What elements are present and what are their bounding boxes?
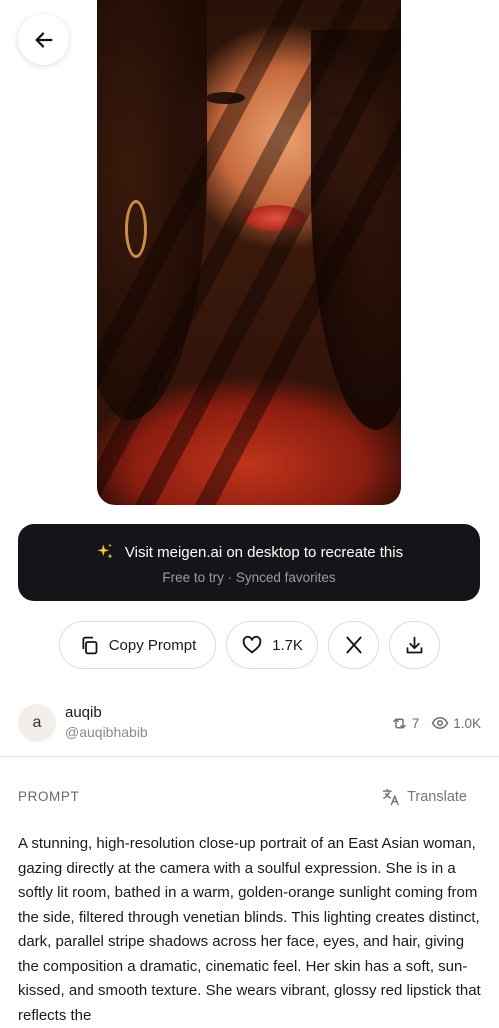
promo-title-row: Visit meigen.ai on desktop to recreate t… bbox=[18, 542, 480, 562]
avatar[interactable]: a bbox=[18, 704, 56, 742]
desktop-promo-banner[interactable]: Visit meigen.ai on desktop to recreate t… bbox=[18, 524, 480, 601]
prompt-text[interactable]: A stunning, high-resolution close-up por… bbox=[18, 832, 484, 1028]
like-count: 1.7K bbox=[272, 636, 303, 654]
download-button[interactable] bbox=[389, 621, 440, 669]
repost-count: 7 bbox=[411, 715, 420, 731]
promo-title: Visit meigen.ai on desktop to recreate t… bbox=[124, 543, 404, 561]
translate-icon bbox=[382, 788, 399, 806]
action-bar: Copy Prompt 1.7K bbox=[59, 621, 440, 671]
heart-icon bbox=[242, 635, 262, 654]
translate-button[interactable]: Translate bbox=[381, 787, 467, 807]
views-count: 1.0K bbox=[453, 715, 481, 731]
author-row: a auqib @auqibhabib 7 1.0K bbox=[18, 702, 481, 742]
promo-subtitle: Free to try · Synced favorites bbox=[162, 570, 336, 585]
author-handle[interactable]: @auqibhabib bbox=[65, 724, 148, 740]
copy-prompt-label: Copy Prompt bbox=[108, 636, 197, 654]
copy-prompt-button[interactable]: Copy Prompt bbox=[59, 621, 216, 669]
author-name[interactable]: auqib bbox=[65, 704, 102, 721]
arrow-left-icon bbox=[35, 31, 52, 48]
eye-icon bbox=[431, 716, 449, 730]
post-stats: 7 1.0K bbox=[391, 714, 481, 732]
like-button[interactable]: 1.7K bbox=[226, 621, 318, 669]
share-x-button[interactable] bbox=[328, 621, 379, 669]
copy-icon bbox=[82, 636, 98, 654]
sparkles-icon bbox=[97, 543, 113, 559]
repost-stat: 7 bbox=[391, 715, 420, 732]
download-icon bbox=[406, 636, 423, 653]
translate-label: Translate bbox=[407, 789, 467, 805]
prompt-label: PROMPT bbox=[18, 789, 80, 804]
views-stat: 1.0K bbox=[431, 714, 481, 732]
repost-icon bbox=[392, 718, 406, 728]
prompt-header: PROMPT Translate bbox=[18, 787, 467, 809]
earring bbox=[125, 200, 147, 258]
back-button[interactable] bbox=[18, 14, 69, 65]
hero-image bbox=[97, 0, 401, 505]
divider bbox=[0, 756, 499, 757]
x-logo-icon bbox=[345, 636, 362, 654]
